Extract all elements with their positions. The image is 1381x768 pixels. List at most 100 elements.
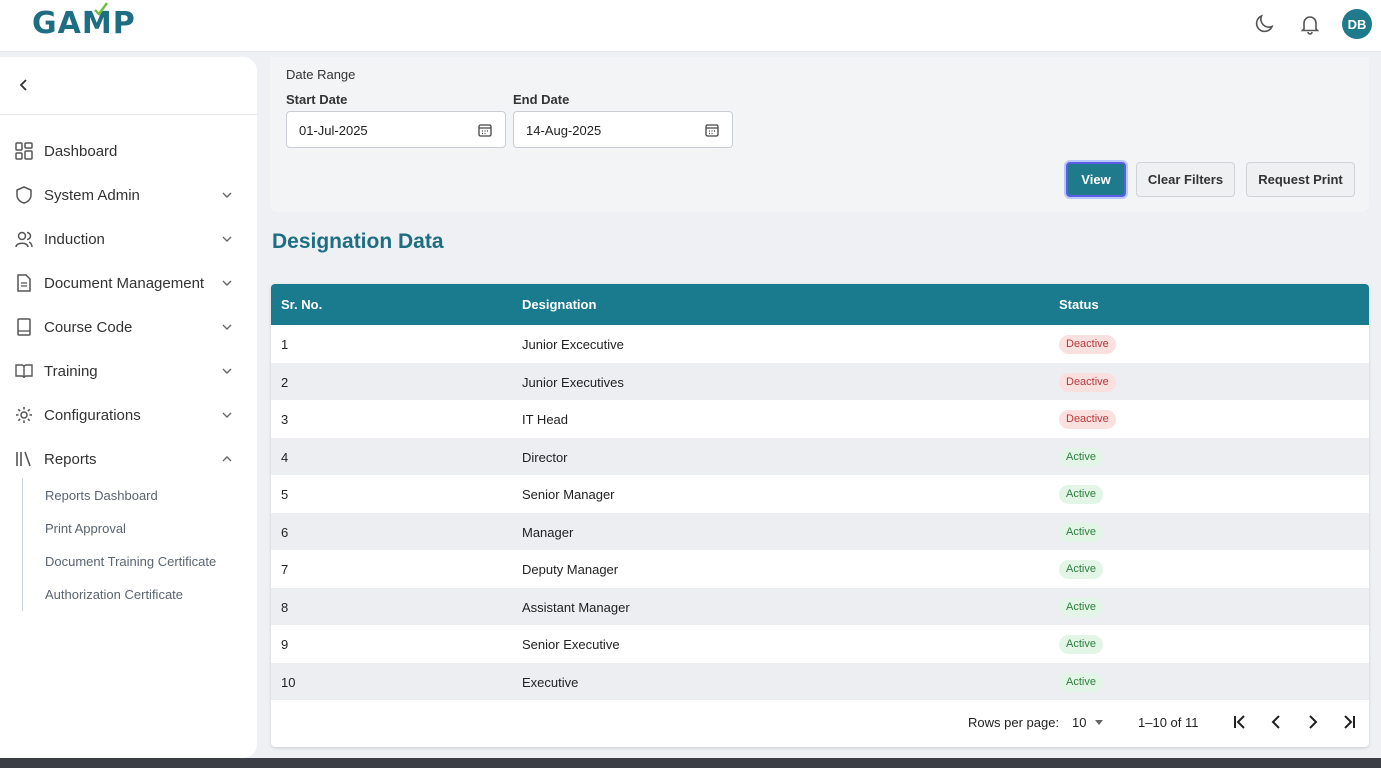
cell-sr: 6 (281, 524, 289, 540)
header-designation[interactable]: Designation (522, 297, 596, 312)
cell-designation: Director (522, 449, 568, 465)
dashboard-icon (15, 142, 33, 160)
sidebar-item-system-admin[interactable]: System Admin (0, 175, 257, 215)
table-header: Sr. No. Designation Status (271, 284, 1369, 325)
designation-table: Sr. No. Designation Status 1 Junior Exce… (271, 284, 1369, 747)
previous-page-icon[interactable] (1266, 712, 1286, 732)
next-page-icon[interactable] (1303, 712, 1323, 732)
sidebar-item-course-code[interactable]: Course Code (0, 307, 257, 347)
cell-sr: 7 (281, 562, 289, 577)
chevron-down-icon (222, 236, 232, 242)
status-badge: Active (1059, 522, 1103, 542)
table-row[interactable]: 5 Senior Manager Active (271, 475, 1369, 513)
cell-sr: 1 (281, 337, 289, 352)
start-date-value: 01-Jul-2025 (299, 123, 368, 138)
table-row[interactable]: 7 Deputy Manager Active (271, 550, 1369, 588)
table-row[interactable]: 3 IT Head Deactive (271, 400, 1369, 438)
cell-sr: 9 (281, 637, 289, 652)
shield-icon (16, 186, 32, 204)
cell-sr: 10 (281, 674, 296, 690)
table-row[interactable]: 10 Executive Active (271, 662, 1369, 700)
submenu-item-print-approval[interactable]: Print Approval (45, 521, 126, 536)
cell-designation: Deputy Manager (522, 562, 619, 577)
sidebar: Dashboard System Admin Induction Documen… (0, 57, 257, 758)
chevron-up-icon (222, 456, 232, 462)
status-badge: Active (1059, 672, 1103, 692)
end-date-field[interactable]: 14-Aug-2025 (513, 111, 733, 148)
users-icon (15, 231, 33, 248)
status-badge: Active (1059, 485, 1103, 504)
status-badge: Deactive (1059, 372, 1116, 392)
start-date-field[interactable]: 01-Jul-2025 (286, 111, 506, 148)
moon-icon[interactable] (1252, 12, 1276, 36)
cell-sr: 8 (281, 599, 289, 615)
sidebar-item-dashboard[interactable]: Dashboard (0, 131, 257, 171)
sidebar-item-label: Document Management (44, 274, 205, 292)
top-bar: GAMP DB (0, 0, 1381, 52)
table-row[interactable]: 8 Assistant Manager Active (271, 587, 1369, 625)
sidebar-item-induction[interactable]: Induction (0, 219, 257, 259)
calendar-icon[interactable] (704, 122, 720, 138)
calendar-icon[interactable] (477, 122, 493, 138)
chevron-down-icon (222, 368, 232, 374)
status-badge: Active (1059, 560, 1103, 579)
book-open-icon (15, 364, 33, 379)
status-badge: Active (1059, 635, 1103, 654)
table-row[interactable]: 6 Manager Active (271, 512, 1369, 550)
chevron-down-icon (222, 324, 232, 330)
cell-designation: Assistant Manager (522, 599, 630, 615)
document-icon (17, 274, 31, 292)
submenu-item-document-training-certificate[interactable]: Document Training Certificate (45, 554, 216, 569)
app-logo[interactable]: GAMP (32, 2, 136, 41)
cell-designation: Junior Excecutive (522, 337, 624, 352)
start-date-label: Start Date (286, 92, 348, 107)
end-date-label: End Date (513, 92, 570, 107)
last-page-icon[interactable] (1339, 712, 1359, 732)
gear-icon (16, 407, 32, 423)
header-sr-no[interactable]: Sr. No. (281, 297, 322, 312)
rows-per-page-label: Rows per page: (968, 715, 1060, 730)
table-row[interactable]: 4 Director Active (271, 437, 1369, 475)
chevron-down-icon (222, 412, 232, 418)
taskbar-edge (0, 758, 1381, 768)
clear-filters-button[interactable]: Clear Filters (1136, 162, 1235, 197)
header-status[interactable]: Status (1059, 297, 1099, 312)
book-closed-icon (17, 318, 31, 336)
table-row[interactable]: 1 Junior Excecutive Deactive (271, 325, 1369, 363)
sidebar-item-reports[interactable]: Reports (0, 439, 257, 479)
sidebar-item-configurations[interactable]: Configurations (0, 395, 257, 435)
end-date-value: 14-Aug-2025 (526, 123, 602, 138)
status-badge: Deactive (1059, 410, 1116, 429)
status-badge: Active (1059, 447, 1103, 467)
bell-icon[interactable] (1298, 12, 1322, 36)
chevron-down-icon (222, 192, 232, 198)
cell-sr: 3 (281, 412, 289, 427)
page-title: Designation Data (272, 230, 444, 253)
first-page-icon[interactable] (1230, 712, 1250, 732)
cell-designation: Senior Manager (522, 487, 615, 502)
status-badge: Active (1059, 597, 1103, 617)
avatar[interactable]: DB (1342, 9, 1372, 39)
collapse-sidebar-icon[interactable] (14, 75, 34, 95)
sidebar-item-label: Course Code (44, 318, 133, 336)
submenu-item-authorization-certificate[interactable]: Authorization Certificate (45, 587, 183, 602)
avatar-initials: DB (1347, 16, 1367, 32)
pagination-range: 1–10 of 11 (1138, 715, 1199, 730)
view-button[interactable]: View (1066, 162, 1126, 197)
date-range-label: Date Range (286, 67, 356, 82)
sidebar-item-label: System Admin (44, 186, 140, 204)
cell-designation: IT Head (522, 412, 569, 427)
sidebar-item-training[interactable]: Training (0, 351, 257, 391)
sidebar-item-label: Reports (44, 450, 97, 468)
sidebar-item-document-management[interactable]: Document Management (0, 263, 257, 303)
request-print-button[interactable]: Request Print (1246, 162, 1355, 197)
table-row[interactable]: 9 Senior Executive Active (271, 625, 1369, 663)
rows-per-page-select[interactable]: 10 (1072, 715, 1086, 730)
table-row[interactable]: 2 Junior Executives Deactive (271, 362, 1369, 400)
submenu-item-reports-dashboard[interactable]: Reports Dashboard (45, 488, 158, 503)
cell-designation: Senior Executive (522, 637, 620, 652)
cell-designation: Executive (522, 674, 579, 690)
caret-down-icon[interactable] (1093, 716, 1105, 728)
sidebar-item-label: Training (44, 362, 98, 380)
cell-sr: 2 (281, 374, 289, 390)
